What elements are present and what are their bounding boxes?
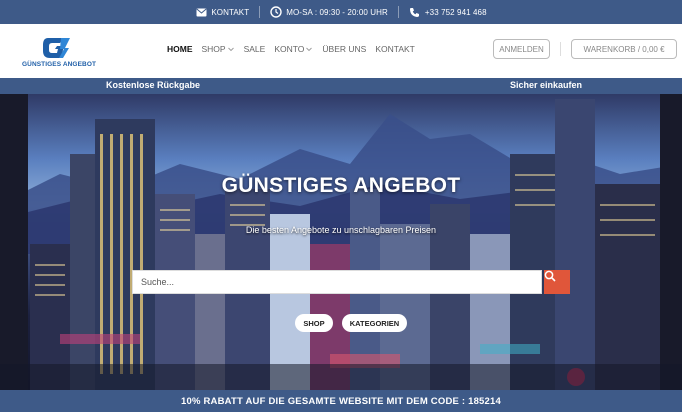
search-box [132, 270, 542, 294]
search-icon [544, 270, 556, 282]
clock-icon [270, 6, 282, 18]
logo-text: GÜNSTIGES ANGEBOT [22, 61, 97, 68]
topbar-hours-label: MO-SA : 09:30 - 20:00 UHR [286, 7, 388, 17]
city-skyline-background [0, 94, 682, 390]
secure-shopping-label: Sicher einkaufen [510, 80, 583, 90]
top-info-bar: KONTAKT MO-SA : 09:30 - 20:00 UHR +33 75… [0, 0, 682, 24]
hero-banner: GÜNSTIGES ANGEBOT Die besten Angebote zu… [0, 94, 682, 390]
nav-label: HOME [167, 44, 193, 54]
envelope-icon [195, 6, 207, 18]
benefits-strip: Kostenlose Rückgabe Sicher einkaufen [0, 78, 682, 94]
site-header: GÜNSTIGES ANGEBOT HOME SHOP SALE KONTO Ü… [0, 24, 682, 78]
cart-button[interactable]: WARENKORB / 0,00 € [571, 39, 677, 59]
topbar-contact-label: KONTAKT [211, 7, 250, 17]
hero-subtitle: Die besten Angebote zu unschlagbaren Pre… [245, 225, 437, 235]
topbar-hours: MO-SA : 09:30 - 20:00 UHR [260, 6, 398, 18]
nav-item-kontakt[interactable]: KONTAKT [375, 44, 415, 54]
promo-bar: 10% RABATT AUF DIE GESAMTE WEBSITE MIT D… [0, 390, 682, 412]
logo-mark-icon [43, 38, 70, 58]
free-returns-label: Kostenlose Rückgabe [106, 80, 201, 90]
login-button[interactable]: ANMELDEN [493, 39, 550, 59]
nav-item-sale[interactable]: SALE [244, 44, 266, 54]
header-divider [560, 42, 561, 56]
categories-button[interactable]: KATEGORIEN [342, 314, 407, 332]
phone-icon [409, 6, 421, 18]
nav-label: KONTAKT [375, 44, 415, 54]
nav-item-home[interactable]: HOME [167, 44, 193, 54]
chevron-down-icon [306, 47, 313, 52]
nav-label: ÜBER UNS [322, 44, 367, 54]
nav-label: SHOP [201, 44, 226, 54]
topbar-phone[interactable]: +33 752 941 468 [399, 6, 497, 18]
topbar-contact[interactable]: KONTAKT [185, 6, 259, 18]
hero-title: GÜNSTIGES ANGEBOT [221, 174, 461, 197]
nav-item-ueber-uns[interactable]: ÜBER UNS [322, 44, 366, 54]
nav-label: KONTO [274, 44, 305, 54]
chevron-down-icon [227, 47, 234, 52]
nav-label: SALE [243, 44, 266, 54]
nav-item-konto[interactable]: KONTO [274, 44, 313, 54]
nav-item-shop[interactable]: SHOP [202, 44, 235, 54]
search-input[interactable] [133, 271, 541, 293]
shop-button[interactable]: SHOP [295, 314, 333, 332]
topbar-phone-label: +33 752 941 468 [424, 7, 487, 17]
main-nav: HOME SHOP SALE KONTO ÜBER UNS KONTAKT [167, 44, 424, 54]
search-button[interactable] [544, 270, 570, 294]
promo-text: 10% RABATT AUF DIE GESAMTE WEBSITE MIT D… [181, 395, 501, 407]
